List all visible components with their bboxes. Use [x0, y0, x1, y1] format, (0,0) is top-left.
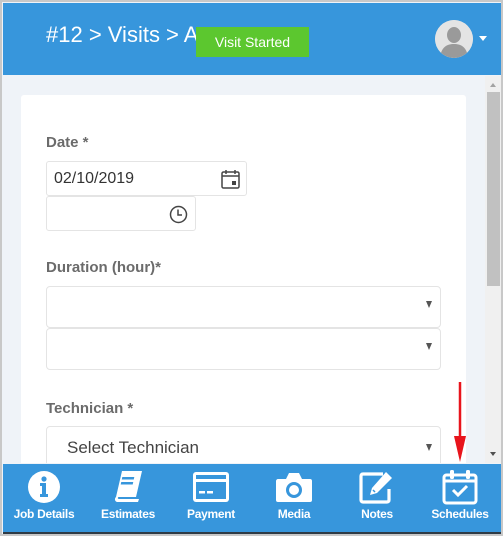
- chevron-down-icon: [426, 301, 432, 308]
- user-avatar-icon[interactable]: [435, 20, 473, 58]
- calendar-check-icon: [440, 469, 480, 505]
- duration-hours-select[interactable]: [46, 286, 441, 328]
- tab-label: Job Details: [13, 507, 75, 521]
- tab-schedules[interactable]: Schedules: [419, 464, 501, 532]
- app-window: #12 > Visits > A Visit Started Date * 02…: [0, 0, 503, 536]
- date-label: Date *: [46, 134, 89, 151]
- time-input[interactable]: [46, 196, 196, 231]
- duration-minutes-select[interactable]: [46, 328, 441, 370]
- tab-label: Media: [277, 507, 311, 521]
- red-arrow-annotation: [454, 382, 466, 462]
- date-value: 02/10/2019: [54, 170, 135, 187]
- scroll-up-icon[interactable]: [490, 83, 496, 87]
- tab-payment[interactable]: Payment: [170, 464, 252, 532]
- technician-label: Technician *: [46, 400, 134, 417]
- clock-icon[interactable]: [169, 205, 188, 229]
- vertical-scrollbar[interactable]: [485, 76, 501, 463]
- visit-form-card: Date * 02/10/2019 Duration (hour)* Techn…: [21, 95, 466, 463]
- tab-estimates[interactable]: Estimates: [87, 464, 169, 532]
- breadcrumb-title: #12 > Visits > A: [46, 22, 199, 47]
- info-icon: [24, 469, 64, 505]
- calendar-icon[interactable]: [221, 169, 240, 194]
- chevron-down-icon: [426, 444, 432, 451]
- tab-label: Schedules: [431, 507, 489, 521]
- scroll-down-icon[interactable]: [490, 452, 496, 456]
- tab-label: Notes: [361, 507, 393, 521]
- duration-label: Duration (hour)*: [46, 259, 161, 276]
- tab-media[interactable]: Media: [253, 464, 335, 532]
- tab-notes[interactable]: Notes: [336, 464, 418, 532]
- chevron-down-icon: [426, 343, 432, 350]
- bottom-tab-bar: Job Details Estimates Payment Media Note…: [3, 464, 501, 532]
- tab-label: Payment: [187, 507, 235, 521]
- scrollbar-thumb[interactable]: [487, 92, 500, 286]
- technician-placeholder: Select Technician: [67, 438, 199, 457]
- tab-label: Estimates: [101, 507, 155, 521]
- edit-note-icon: [357, 469, 397, 505]
- technician-select[interactable]: Select Technician: [46, 426, 441, 463]
- book-icon: [108, 469, 148, 505]
- scroll-content: Date * 02/10/2019 Duration (hour)* Techn…: [3, 76, 485, 463]
- credit-card-icon: [191, 469, 231, 505]
- date-input[interactable]: 02/10/2019: [46, 161, 247, 196]
- tab-job-details[interactable]: Job Details: [3, 464, 85, 532]
- header-bar: #12 > Visits > A Visit Started: [3, 3, 501, 75]
- camera-icon: [274, 469, 314, 505]
- status-badge: Visit Started: [196, 27, 309, 57]
- background-strip: [3, 532, 501, 534]
- caret-down-icon[interactable]: [479, 36, 487, 41]
